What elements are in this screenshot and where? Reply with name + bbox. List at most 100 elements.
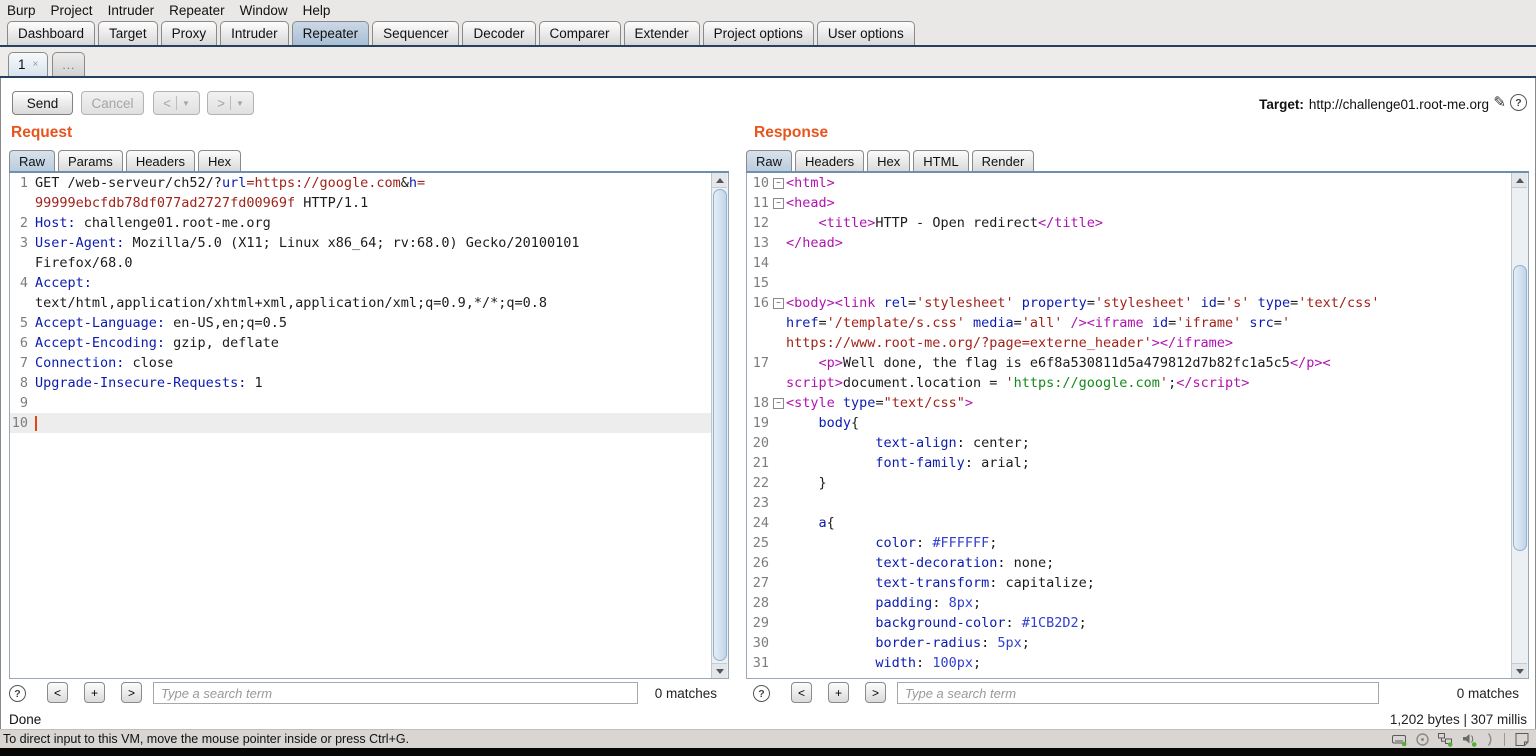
- code-segment: </script>: [1176, 375, 1249, 391]
- next-request-button[interactable]: > ▼: [207, 91, 254, 115]
- tab-target[interactable]: Target: [98, 21, 158, 45]
- line-number: 28: [747, 593, 769, 613]
- request-editor[interactable]: 1GET /web-serveur/ch52/?url=https://goog…: [9, 173, 729, 679]
- code-segment: [786, 415, 819, 431]
- line-number: 16: [747, 293, 769, 313]
- menu-project[interactable]: Project: [51, 3, 93, 18]
- code-segment: property: [1022, 295, 1087, 311]
- scroll-down-icon[interactable]: [1512, 663, 1527, 678]
- menu-window[interactable]: Window: [240, 3, 288, 18]
- audio-icon[interactable]: [1461, 732, 1478, 747]
- tab-dashboard[interactable]: Dashboard: [7, 21, 95, 45]
- search-prev-button[interactable]: <: [47, 682, 68, 703]
- hdd-icon[interactable]: [1391, 732, 1408, 747]
- response-tab-html[interactable]: HTML: [913, 150, 968, 172]
- fold-icon[interactable]: −: [773, 398, 784, 409]
- cd-icon[interactable]: [1415, 732, 1430, 747]
- code-segment: text-transform: [875, 575, 989, 591]
- help-icon[interactable]: ?: [1510, 94, 1527, 111]
- help-icon[interactable]: ?: [9, 685, 26, 702]
- menu-intruder[interactable]: Intruder: [108, 3, 155, 18]
- code-line: Firefox/68.0: [10, 253, 728, 273]
- response-tab-raw[interactable]: Raw: [746, 150, 792, 172]
- notes-icon[interactable]: [1514, 732, 1530, 747]
- response-scroll-thumb[interactable]: [1513, 265, 1527, 551]
- search-options-button[interactable]: +: [828, 682, 849, 703]
- search-next-button[interactable]: >: [121, 682, 142, 703]
- menu-burp[interactable]: Burp: [7, 3, 36, 18]
- code-segment: type: [843, 395, 876, 411]
- code-text: width: 100px;: [786, 653, 981, 673]
- tab-sequencer[interactable]: Sequencer: [372, 21, 459, 45]
- code-segment: ;: [973, 595, 981, 611]
- scroll-up-icon[interactable]: [712, 173, 727, 188]
- menu-repeater[interactable]: Repeater: [169, 3, 225, 18]
- fold-icon[interactable]: −: [773, 298, 784, 309]
- tab-extender[interactable]: Extender: [624, 21, 700, 45]
- response-tab-render[interactable]: Render: [972, 150, 1035, 172]
- request-tab-headers[interactable]: Headers: [126, 150, 195, 172]
- code-text: text/html,application/xhtml+xml,applicat…: [35, 293, 547, 313]
- code-segment: "text/css": [884, 395, 965, 411]
- tab-comparer[interactable]: Comparer: [539, 21, 621, 45]
- close-icon[interactable]: ×: [33, 59, 39, 70]
- line-number: 18: [747, 393, 769, 413]
- tab-decoder[interactable]: Decoder: [462, 21, 535, 45]
- request-tab-hex[interactable]: Hex: [198, 150, 241, 172]
- response-search-input[interactable]: [897, 682, 1379, 704]
- request-scroll-thumb[interactable]: [713, 189, 727, 661]
- code-segment: Connection:: [35, 355, 124, 371]
- repeater-content: Send Cancel < ▼ > ▼ Target:http://challe…: [0, 78, 1536, 729]
- request-search-input[interactable]: [153, 682, 638, 704]
- code-segment: [786, 615, 875, 631]
- response-scrollbar[interactable]: [1511, 173, 1528, 678]
- repeater-tab-[interactable]: ...: [52, 52, 85, 76]
- network-icon[interactable]: [1437, 732, 1454, 747]
- scroll-down-icon[interactable]: [712, 663, 727, 678]
- previous-request-button[interactable]: < ▼: [153, 91, 200, 115]
- request-tab-params[interactable]: Params: [58, 150, 123, 172]
- edit-target-icon[interactable]: ✎: [1493, 93, 1506, 111]
- code-line: 14: [747, 253, 1528, 273]
- code-segment: src: [1249, 315, 1273, 331]
- tab-user-options[interactable]: User options: [817, 21, 915, 45]
- line-number: 30: [747, 633, 769, 653]
- request-tab-raw[interactable]: Raw: [9, 150, 55, 172]
- code-line: 5Accept-Language: en-US,en;q=0.5: [10, 313, 728, 333]
- tab-intruder[interactable]: Intruder: [220, 21, 289, 45]
- line-number: [747, 373, 769, 393]
- code-segment: [786, 555, 875, 571]
- repeater-tab-1[interactable]: 1×: [8, 52, 48, 76]
- tab-project-options[interactable]: Project options: [703, 21, 814, 45]
- search-prev-button[interactable]: <: [791, 682, 812, 703]
- response-editor[interactable]: 10−<html>11−<head>12 <title>HTTP - Open …: [746, 173, 1529, 679]
- code-segment: a: [819, 515, 827, 531]
- line-number: 13: [747, 233, 769, 253]
- code-line: 29 background-color: #1CB2D2;: [747, 613, 1528, 633]
- code-segment: [1014, 295, 1022, 311]
- response-tab-hex[interactable]: Hex: [867, 150, 910, 172]
- line-number: 6: [10, 333, 28, 353]
- line-number: 15: [747, 273, 769, 293]
- request-scrollbar[interactable]: [711, 173, 728, 678]
- scroll-up-icon[interactable]: [1512, 173, 1527, 188]
- code-segment: ': [1282, 315, 1290, 331]
- code-segment: </title>: [1038, 215, 1103, 231]
- code-segment: type: [1258, 295, 1291, 311]
- menu-help[interactable]: Help: [303, 3, 331, 18]
- fold-icon[interactable]: −: [773, 178, 784, 189]
- search-options-button[interactable]: +: [84, 682, 105, 703]
- search-next-button[interactable]: >: [865, 682, 886, 703]
- send-button[interactable]: Send: [12, 91, 73, 115]
- response-tab-headers[interactable]: Headers: [795, 150, 864, 172]
- tab-proxy[interactable]: Proxy: [161, 21, 218, 45]
- fold-icon[interactable]: −: [773, 198, 784, 209]
- code-line: 10−<html>: [747, 173, 1528, 193]
- help-icon[interactable]: ?: [753, 685, 770, 702]
- code-line: 26 text-decoration: none;: [747, 553, 1528, 573]
- line-number: 24: [747, 513, 769, 533]
- code-text: text-transform: capitalize;: [786, 573, 1095, 593]
- usb-icon[interactable]: [1485, 732, 1495, 747]
- cancel-button[interactable]: Cancel: [81, 91, 144, 115]
- tab-repeater[interactable]: Repeater: [292, 21, 370, 45]
